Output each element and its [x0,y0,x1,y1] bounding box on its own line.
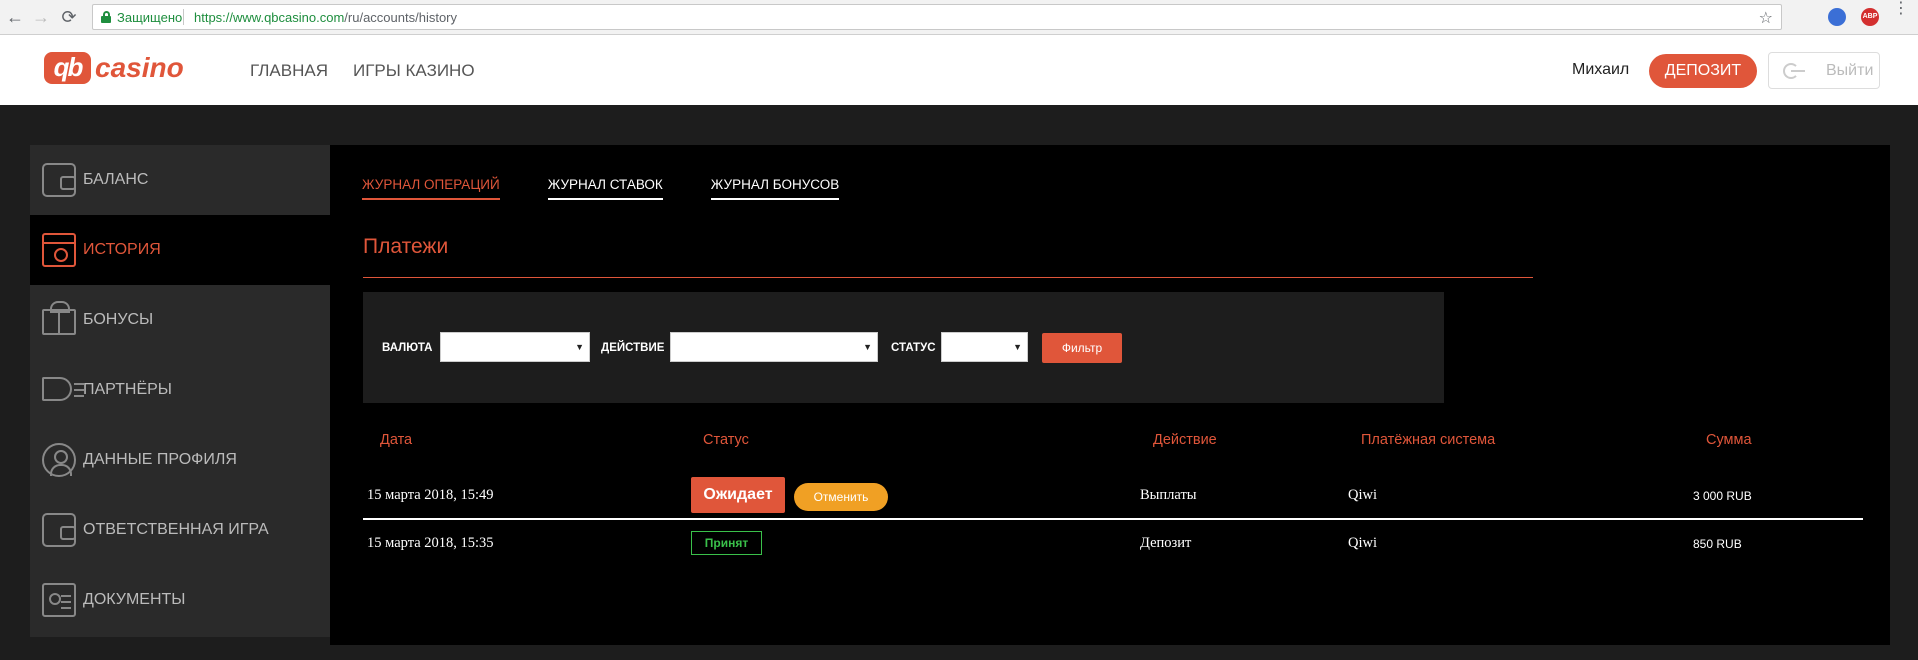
tab-bets-log[interactable]: ЖУРНАЛ СТАВОК [547,177,663,200]
reload-icon[interactable]: ⟳ [58,6,80,28]
column-header-date: Дата [380,432,413,448]
logout-label: Выйти [1826,62,1874,79]
row-date: 15 марта 2018, 15:49 [367,487,494,503]
status-select[interactable]: ▼ [941,332,1028,362]
nav-casino-games-link[interactable]: ИГРЫ КАЗИНО [353,61,475,81]
history-tabs: ЖУРНАЛ ОПЕРАЦИЙ ЖУРНАЛ СТАВОК ЖУРНАЛ БОН… [362,177,840,200]
sidebar-item-bonuses[interactable]: БОНУСЫ [30,285,330,355]
chevron-down-icon: ▼ [1013,342,1022,352]
lock-icon [101,11,111,23]
globe-extension-icon[interactable] [1828,8,1846,26]
status-label: СТАТУС [891,342,936,354]
row-action: Выплаты [1140,487,1197,503]
sidebar-item-history[interactable]: ИСТОРИЯ [30,215,330,285]
logo-text: casino [95,52,184,83]
filter-button[interactable]: Фильтр [1042,333,1122,363]
adblock-extension-icon[interactable]: ABP [1861,8,1879,26]
action-label: ДЕЙСТВИЕ [601,342,665,354]
chevron-down-icon: ▼ [575,342,584,352]
deposit-button[interactable]: ДЕПОЗИТ [1649,54,1757,88]
currency-select[interactable]: ▼ [440,332,590,362]
forward-icon[interactable]: → [30,6,52,28]
cancel-button[interactable]: Отменить [794,483,888,511]
table-row: 15 марта 2018, 15:49 Ожидает Отменить Вы… [363,472,1863,520]
user-icon [42,443,76,477]
row-payment-system: Qiwi [1348,535,1377,551]
column-header-payment-system: Платёжная система [1361,432,1496,448]
column-header-amount: Сумма [1706,432,1752,448]
sidebar-item-label: ДОКУМЕНТЫ [83,591,186,608]
logo-mark: qb [44,52,91,84]
sidebar-item-responsible-gaming[interactable]: ОТВЕТСТВЕННАЯ ИГРА [30,495,330,565]
account-sidebar: БАЛАНС ИСТОРИЯ БОНУСЫ ПАРТНЁРЫ ДАННЫЕ ПР… [30,145,330,637]
sidebar-item-label: ИСТОРИЯ [83,241,161,258]
section-title: Платежи [363,235,449,258]
table-row: 15 марта 2018, 15:35 Принят Депозит Qiwi… [363,520,1863,568]
sidebar-item-label: ОТВЕТСТВЕННАЯ ИГРА [83,521,269,538]
row-amount: 850 RUB [1693,537,1742,551]
site-logo[interactable]: qb casino [44,51,184,85]
divider [183,9,184,25]
logout-icon [1783,63,1805,79]
address-bar[interactable]: Защищено https://www.qbcasino.com/ru/acc… [92,4,1782,30]
row-payment-system: Qiwi [1348,487,1377,503]
row-amount: 3 000 RUB [1693,489,1752,503]
menu-dots-icon[interactable]: ⋮ [1893,1,1909,17]
logout-button[interactable]: Выйти [1768,52,1880,89]
wallet-icon [42,163,76,197]
megaphone-icon [42,377,84,401]
sidebar-item-documents[interactable]: ДОКУМЕНТЫ [30,565,330,635]
nav-home-link[interactable]: ГЛАВНАЯ [250,61,328,81]
divider [363,277,1533,278]
row-action: Депозит [1140,535,1192,551]
sidebar-item-label: ПАРТНЁРЫ [83,381,172,398]
account-area: БАЛАНС ИСТОРИЯ БОНУСЫ ПАРТНЁРЫ ДАННЫЕ ПР… [0,105,1918,660]
column-header-status: Статус [703,432,749,448]
tab-bonuses-log[interactable]: ЖУРНАЛ БОНУСОВ [710,177,840,200]
id-card-icon [42,583,76,617]
main-nav: ГЛАВНАЯ ИГРЫ КАЗИНО [250,61,475,81]
tab-operations-log[interactable]: ЖУРНАЛ ОПЕРАЦИЙ [362,177,500,200]
filter-panel: ВАЛЮТА ▼ ДЕЙСТВИЕ ▼ СТАТУС ▼ Фильтр [363,292,1444,403]
sidebar-item-partners[interactable]: ПАРТНЁРЫ [30,355,330,425]
site-header: qb casino ГЛАВНАЯ ИГРЫ КАЗИНО Михаил ДЕП… [0,35,1918,105]
bookmark-star-icon[interactable]: ☆ [1759,8,1773,28]
sidebar-item-profile[interactable]: ДАННЫЕ ПРОФИЛЯ [30,425,330,495]
status-badge-accepted: Принят [691,531,762,555]
calendar-clock-icon [42,233,76,267]
url-text[interactable]: https://www.qbcasino.com/ru/accounts/his… [194,10,457,25]
sidebar-item-label: БАЛАНС [83,171,149,188]
history-panel: ЖУРНАЛ ОПЕРАЦИЙ ЖУРНАЛ СТАВОК ЖУРНАЛ БОН… [330,145,1890,645]
sidebar-item-balance[interactable]: БАЛАНС [30,145,330,215]
sidebar-item-label: БОНУСЫ [83,311,154,328]
action-select[interactable]: ▼ [670,332,878,362]
wallet-icon [42,513,76,547]
user-name[interactable]: Михаил [1572,61,1629,79]
sidebar-item-label: ДАННЫЕ ПРОФИЛЯ [83,451,237,468]
table-header: Дата Статус Действие Платёжная система С… [363,432,1863,452]
row-date: 15 марта 2018, 15:35 [367,535,494,551]
browser-toolbar: ← → ⟳ Защищено https://www.qbcasino.com/… [0,0,1918,35]
currency-label: ВАЛЮТА [382,342,433,354]
chevron-down-icon: ▼ [863,342,872,352]
gift-icon [42,301,76,335]
secure-label: Защищено [117,10,183,25]
status-badge-pending: Ожидает [691,477,785,513]
back-icon[interactable]: ← [4,6,26,28]
column-header-action: Действие [1153,432,1217,448]
